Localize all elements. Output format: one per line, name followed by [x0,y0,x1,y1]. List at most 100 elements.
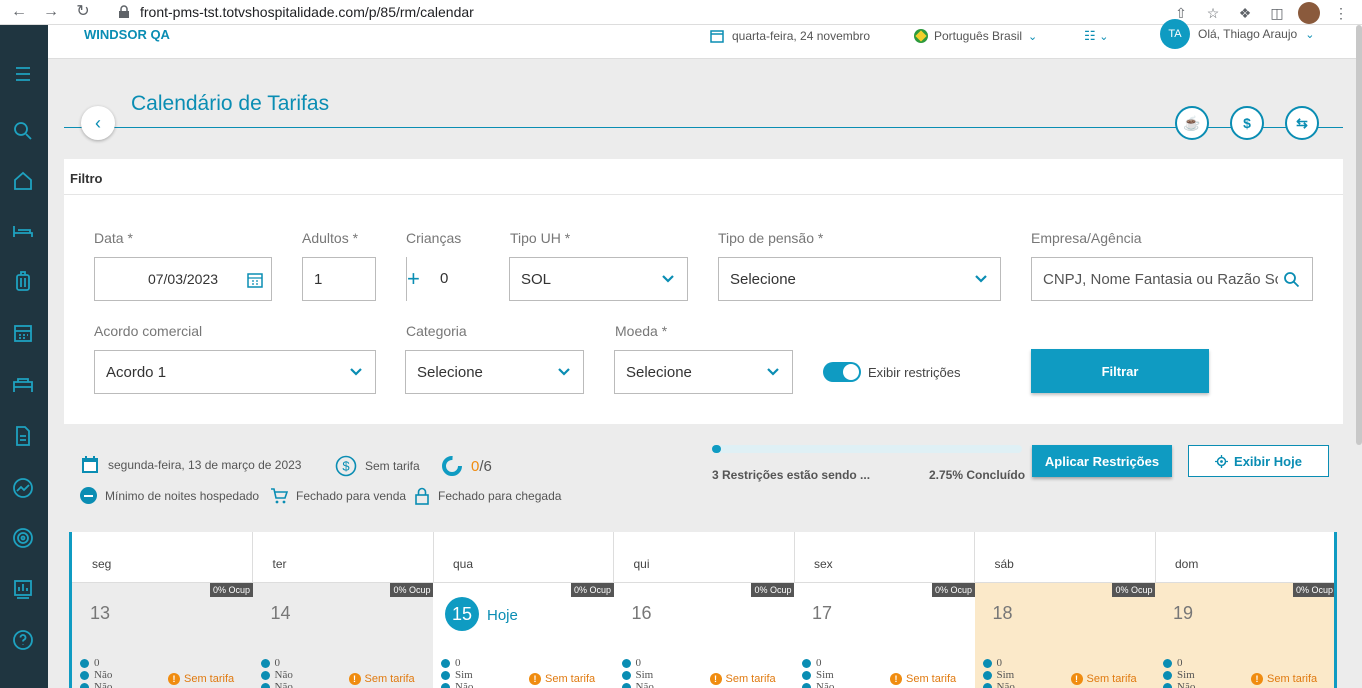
cart-icon [441,670,450,680]
reload-icon[interactable]: ↻ [72,2,94,22]
min-nights-icon [621,658,631,668]
warning-icon: ! [529,673,541,685]
agreement-select[interactable]: Acordo 1 [94,350,376,394]
back-arrow-icon[interactable]: ← [8,2,30,22]
stat-row: Sim [441,669,473,681]
apply-restrictions-button[interactable]: Aplicar Restrições [1032,445,1172,477]
target-icon[interactable] [10,525,36,551]
date-number: 13 [90,603,111,623]
min-nights-icon [441,658,450,668]
address-bar[interactable]: front-pms-tst.totvshospitalidade.com/p/8… [140,4,474,20]
brazil-flag-icon [914,29,928,43]
day-cell[interactable]: 0% Ocup 16 0 Sim Não! Sem tarifa [613,582,795,688]
min-nights-legend: Mínimo de noites hospedado [80,487,259,504]
company-label: Empresa/Agência [1031,230,1142,246]
filter-button[interactable]: Filtrar [1031,349,1209,393]
plus-icon[interactable]: + [407,268,420,290]
currency-select[interactable]: Selecione [614,350,793,394]
day-cell[interactable]: 0% Ocup 17 0 Sim Não! Sem tarifa [794,582,975,688]
dollar-button[interactable]: $ [1230,106,1264,140]
min-nights-icon [1163,658,1172,668]
lock-icon [802,682,811,688]
stat-value: Não [94,681,113,688]
children-stepper[interactable]: + 0 [406,257,480,301]
room-type-select[interactable]: SOL [509,257,688,301]
chevron-down-icon: ⌄ [1305,28,1315,41]
stat-value: Sim [1177,669,1195,681]
stat-value: 0 [94,657,100,669]
coffee-button[interactable]: ☕ [1175,106,1209,140]
stat-value: 0 [1177,657,1183,669]
calendar-icon[interactable] [10,320,36,346]
report-icon[interactable] [10,576,36,602]
stat-value: Não [94,669,113,681]
calendar-small-icon [710,30,724,43]
filter-header: Filtro [64,159,1343,195]
cart-icon [80,670,89,680]
stat-row: 0 [802,657,834,669]
minus-circle-icon [80,487,97,504]
day-column: sex 0% Ocup 17 0 Sim Não! Sem tarifa [794,532,975,688]
user-menu[interactable]: TA Olá, Thiago Araujo ⌄ [1160,19,1314,49]
menu-icon[interactable] [10,61,36,87]
restrictions-toggle[interactable] [823,362,861,382]
lock-icon [415,487,429,505]
date-input[interactable]: 07/03/2023 [94,257,272,301]
day-cell[interactable]: 0% Ocup 14 0 Não Não! Sem tarifa [252,582,434,688]
stat-value: Não [635,681,654,688]
warning-icon: ! [709,673,722,685]
board-type-select[interactable]: Selecione [718,257,1001,301]
warning-icon: ! [1251,673,1263,685]
weekday-label: qua [453,557,474,571]
progress-status: 3 Restrições estão sendo ... [712,468,871,482]
no-rate-legend: $ Sem tarifa [335,455,420,477]
chevron-down-icon [661,271,675,285]
day-cell[interactable]: 0% Ocup 15 Hoje 0 Sim Não! Sem tarifa [433,582,614,688]
day-cell[interactable]: 0% Ocup 13 0 Não Não! Sem tarifa [72,582,253,688]
cart-icon [260,670,270,680]
children-label: Crianças [406,230,462,246]
occupancy-badge: 0% Ocup [1112,583,1156,597]
date-number: 19 [1173,603,1194,623]
chart-trend-icon[interactable] [10,475,36,501]
show-today-button[interactable]: Exibir Hoje [1188,445,1329,477]
hotel-name[interactable]: WINDSOR QA [84,27,170,42]
dollar-circle-icon: $ [335,455,357,477]
browser-toolbar: ← → ↻ front-pms-tst.totvshospitalidade.c… [0,0,1362,25]
occupancy-badge: 0% Ocup [751,583,795,597]
book-menu[interactable]: ☷ ⌄ [1084,28,1109,44]
search-icon[interactable] [10,118,36,144]
swap-button[interactable]: ⇆ [1285,106,1319,140]
bed-icon[interactable] [10,218,36,244]
weekday-label: seg [92,557,112,571]
luggage-icon[interactable] [10,268,36,294]
back-button[interactable]: ‹ [81,106,115,140]
menu-dots-icon[interactable]: ⋮ [1330,3,1352,23]
no-rate-text: Sem tarifa [545,673,596,685]
adults-input[interactable]: 1 [302,257,376,301]
page-scrollbar[interactable] [1356,25,1362,445]
forward-arrow-icon[interactable]: → [40,2,62,22]
stat-value: Não [816,681,835,688]
day-column: dom 0% Ocup 19 0 Sim Não! Sem tarifa [1155,532,1334,688]
language-selector[interactable]: Português Brasil ⌄ [914,29,1037,43]
swap-arrows-icon: ⇆ [1296,114,1308,131]
search-icon[interactable] [1283,271,1300,288]
stat-row: Não [982,681,1015,688]
rooms-icon[interactable] [10,372,36,398]
help-icon[interactable] [10,627,36,653]
weekday-label: sex [814,557,833,571]
stat-value: 0 [635,657,642,669]
title-divider [64,127,1343,128]
weekday-label: qui [633,557,650,571]
category-select[interactable]: Selecione [405,350,584,394]
home-icon[interactable] [10,168,36,194]
stat-row: 0 [982,657,1015,669]
document-icon[interactable] [10,423,36,449]
calendar-picker-icon[interactable] [247,272,263,288]
coffee-icon: ☕ [1183,114,1201,131]
company-search-input[interactable]: CNPJ, Nome Fantasia ou Razão Sc [1031,257,1313,301]
progress-fill [712,445,721,453]
day-cell[interactable]: 0% Ocup 19 0 Sim Não! Sem tarifa [1155,582,1334,688]
day-cell[interactable]: 0% Ocup 18 0 Sim Não! Sem tarifa [974,582,1156,688]
